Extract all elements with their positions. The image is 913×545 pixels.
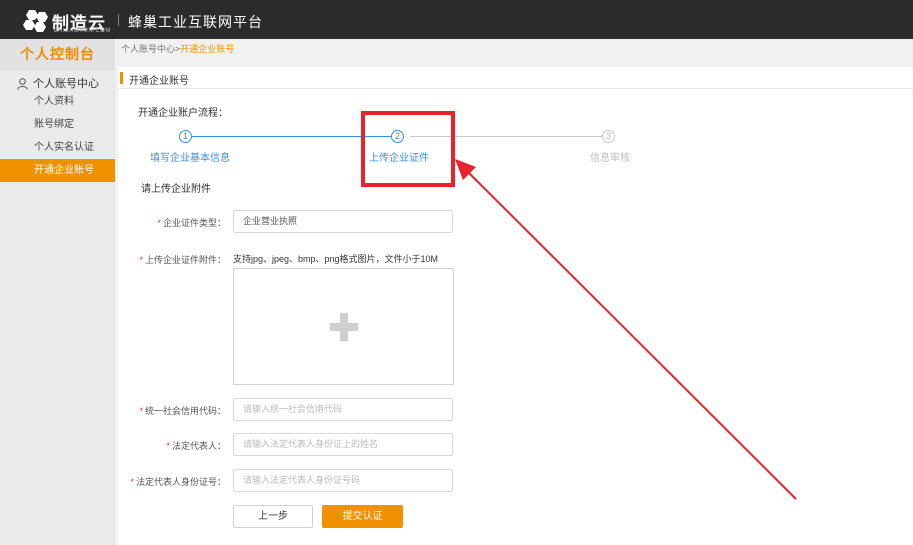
sidebar-item-profile[interactable]: 个人资料 [0, 90, 115, 113]
legal-rep-label: * 法定代表人： [166, 441, 226, 451]
annotation-highlight-box [361, 111, 455, 187]
legal-id-input[interactable]: 请输入法定代表人身份证号码 [233, 469, 453, 492]
step-1-label: 填写企业基本信息 [150, 153, 230, 164]
user-icon [17, 78, 28, 90]
panel-header: 开通企业账号 [118, 67, 913, 89]
flow-label: 开通企业账户流程： [138, 108, 228, 119]
panel-title: 开通企业账号 [129, 76, 189, 87]
breadcrumb-parent[interactable]: 个人账号中心 [121, 44, 175, 54]
breadcrumb: 个人账号中心>开通企业账号 [121, 42, 234, 55]
breadcrumb-current: 开通企业账号 [180, 44, 235, 54]
panel-title-accent [120, 72, 123, 84]
credit-code-input[interactable]: 请输入统一社会信用代码 [233, 398, 453, 421]
hexagon-logo-icon [23, 10, 48, 32]
header-divider [118, 14, 119, 26]
cert-type-select[interactable]: 企业营业执照 [233, 210, 453, 233]
sidebar: 个人控制台 个人账号中心 个人资料 账号绑定 个人实名认证 开通企业账号 [0, 39, 115, 545]
cert-type-label: * 企业证件类型： [157, 218, 226, 228]
brand-logo[interactable]: 制造云 ZHIZAOYUN.COM [22, 8, 110, 34]
sidebar-item-real-name-auth[interactable]: 个人实名认证 [0, 136, 115, 159]
plus-icon-bar [330, 323, 358, 331]
upload-label: * 上传企业证件附件： [139, 255, 226, 265]
prev-step-button[interactable]: 上一步 [233, 505, 313, 528]
sidebar-header: 个人控制台 [0, 39, 115, 70]
upload-dropzone[interactable] [233, 268, 454, 385]
main-panel: 开通企业账号 开通企业账户流程： 1 2 3 填写企业基本信息 上传企业证件 信… [118, 67, 913, 545]
section-label: 请上传企业附件 [141, 184, 211, 195]
step-3-circle: 3 [602, 130, 615, 143]
step-1-circle: 1 [179, 130, 192, 143]
legal-rep-input[interactable]: 请输入法定代表人身份证上的姓名 [233, 433, 453, 456]
sidebar-item-account-binding[interactable]: 账号绑定 [0, 113, 115, 136]
sidebar-group-label: 个人账号中心 [33, 78, 99, 90]
credit-code-label: * 统一社会信用代码： [139, 406, 226, 416]
sidebar-item-enterprise-account[interactable]: 开通企业账号 [0, 159, 115, 182]
legal-id-label: * 法定代表人身份证号： [130, 477, 226, 487]
platform-title: 蜂巢工业互联网平台 [128, 14, 263, 30]
submit-auth-button[interactable]: 提交认证 [322, 505, 403, 528]
upload-hint: 支持jpg、jpeg、bmp、png格式图片，文件小于10M [233, 254, 439, 264]
top-bar: 制造云 ZHIZAOYUN.COM 蜂巢工业互联网平台 [0, 0, 913, 39]
step-3-label: 信息审核 [590, 153, 630, 164]
logo-subtext: ZHIZAOYUN.COM [54, 28, 111, 34]
